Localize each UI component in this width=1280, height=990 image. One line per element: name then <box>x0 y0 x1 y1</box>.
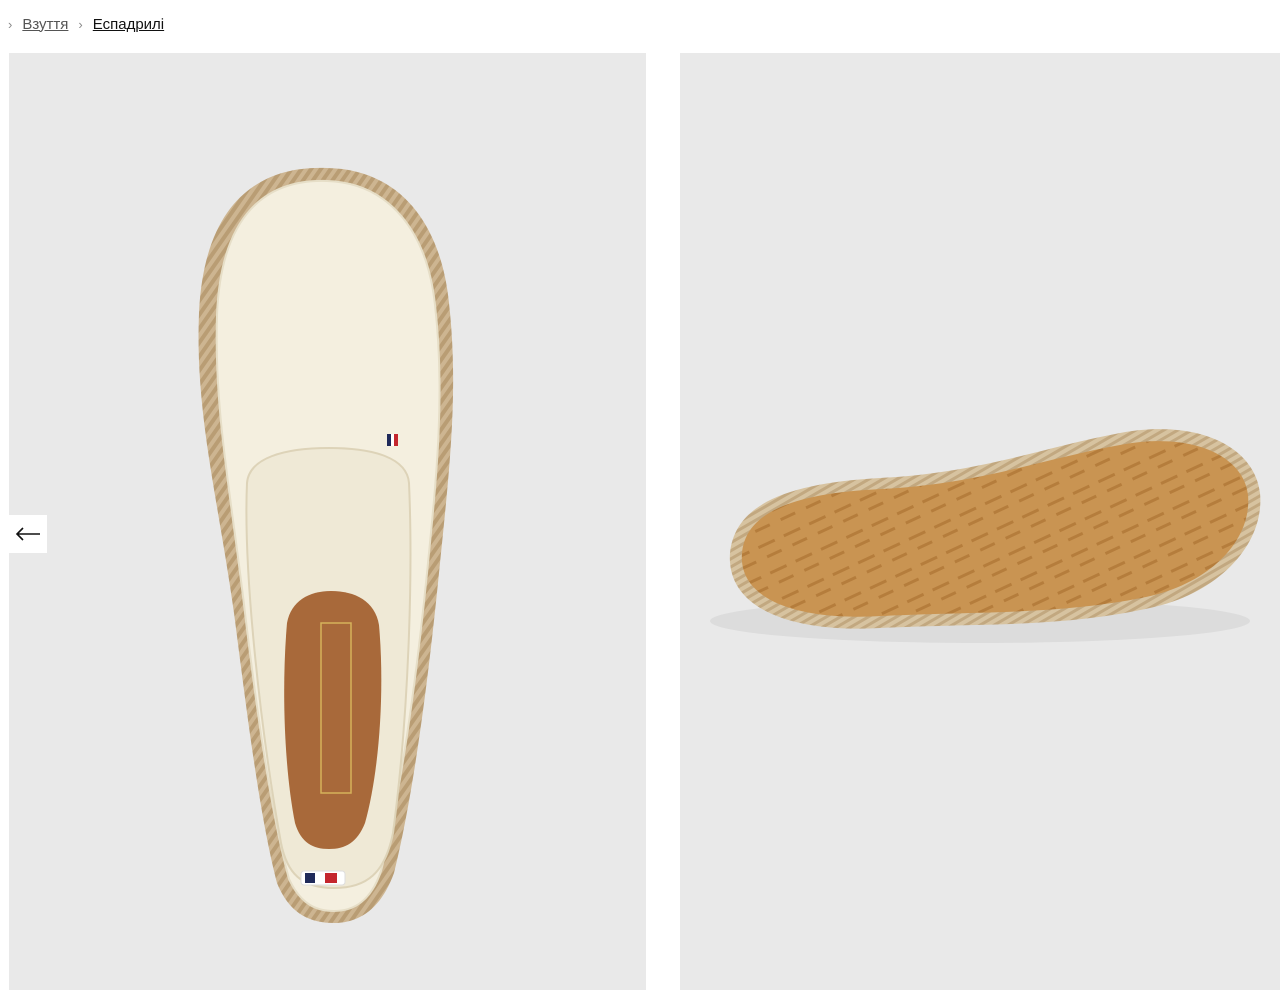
product-image-top-view[interactable] <box>9 53 646 990</box>
chevron-right-icon: › <box>8 16 13 32</box>
breadcrumb: › Взуття › Еспадрилі <box>8 14 164 34</box>
heel-stripe-tab <box>300 870 346 886</box>
breadcrumb-link-footwear[interactable]: Взуття <box>22 16 68 33</box>
espadrille-sole-illustration <box>710 429 1261 643</box>
product-image-sole-view[interactable] <box>680 53 1280 990</box>
arrow-left-icon <box>15 527 40 541</box>
brand-flag-logo <box>387 434 398 446</box>
chevron-right-icon: › <box>78 16 83 32</box>
espadrille-top-illustration <box>198 167 454 923</box>
gallery-prev-button[interactable] <box>9 515 47 553</box>
breadcrumb-current-espadrilles[interactable]: Еспадрилі <box>93 16 164 33</box>
